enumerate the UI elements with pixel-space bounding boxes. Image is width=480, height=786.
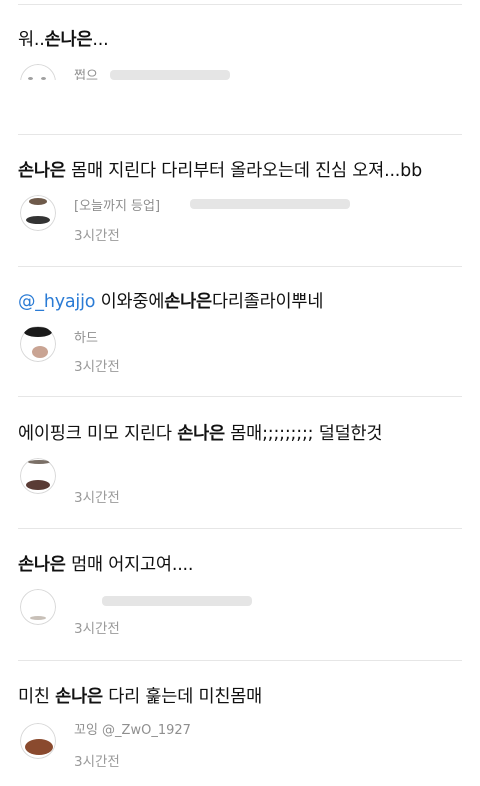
text-part: 미친 [18, 687, 56, 707]
keyword-highlight: 손나은 [164, 292, 212, 312]
avatar[interactable] [20, 326, 56, 362]
tweet-meta: [오늘까지 등업] 3시간전 [18, 193, 462, 253]
tweet-text: 워..손나은... [18, 28, 462, 52]
keyword-highlight: 손나은 [18, 161, 66, 181]
timestamp: 3시간전 [74, 228, 120, 244]
text-part: 몸매 지린다 다리부터 올라오는데 진심 오져...bb [65, 161, 422, 181]
divider [18, 528, 462, 529]
redacted-handle [190, 199, 350, 209]
timestamp: 3시간전 [74, 490, 120, 506]
tweet-feed: 워..손나은... 쩝으 손나은 몸매 지린다 다리부터 올라오는데 진심 오져… [0, 0, 480, 786]
timestamp: 3시간전 [74, 754, 120, 770]
divider [18, 396, 462, 397]
keyword-highlight: 손나은 [18, 555, 66, 575]
tweet-text: 미친 손나은 다리 훑는데 미친몸매 [18, 685, 462, 709]
divider [18, 4, 462, 5]
tweet-meta: 하드 3시간전 [18, 326, 462, 386]
redacted-handle [102, 596, 252, 606]
tweet-text: @_hyajjo 이와중에손나은다리졸라이뿌네 [18, 290, 462, 314]
text-part: ... [92, 30, 109, 50]
username-partial[interactable]: 꼬잉 @_ZwO_1927 [74, 719, 191, 738]
avatar[interactable] [20, 195, 56, 231]
keyword-highlight: 손나은 [44, 30, 93, 50]
avatar[interactable] [20, 458, 56, 494]
text-part: 에이핑크 미모 지린다 [18, 424, 178, 444]
divider [18, 134, 462, 135]
avatar[interactable] [20, 723, 56, 759]
mention-link[interactable]: @_hyajjo [18, 292, 95, 312]
timestamp: 3시간전 [74, 359, 120, 375]
blank-area [0, 80, 480, 110]
tweet-meta: 꼬잉 @_ZwO_1927 3시간전 [18, 721, 462, 781]
divider [18, 266, 462, 267]
text-part: 몸매;;;;;;;;; 덜덜한것 [224, 424, 383, 444]
keyword-highlight: 손나은 [55, 687, 103, 707]
redacted-handle [110, 70, 230, 80]
text-part: 워.. [18, 30, 45, 50]
tweet-meta: 3시간전 [18, 589, 462, 649]
username-partial[interactable]: [오늘까지 등업] [74, 195, 160, 214]
text-part: 이와중에 [95, 292, 165, 312]
text-part: 다리졸라이뿌네 [211, 292, 324, 312]
text-part: 다리 훑는데 미친몸매 [102, 687, 263, 707]
keyword-highlight: 손나은 [177, 424, 225, 444]
divider [18, 660, 462, 661]
text-part: 멈매 어지고여.... [65, 555, 194, 575]
tweet-text: 손나은 멈매 어지고여.... [18, 553, 462, 577]
tweet-text: 손나은 몸매 지린다 다리부터 올라오는데 진심 오져...bb [18, 159, 462, 183]
tweet-text: 에이핑크 미모 지린다 손나은 몸매;;;;;;;;; 덜덜한것 [18, 422, 462, 446]
timestamp: 3시간전 [74, 621, 120, 637]
tweet-meta: 3시간전 [18, 458, 462, 518]
username-partial[interactable]: 하드 [74, 327, 98, 346]
avatar[interactable] [20, 589, 56, 625]
